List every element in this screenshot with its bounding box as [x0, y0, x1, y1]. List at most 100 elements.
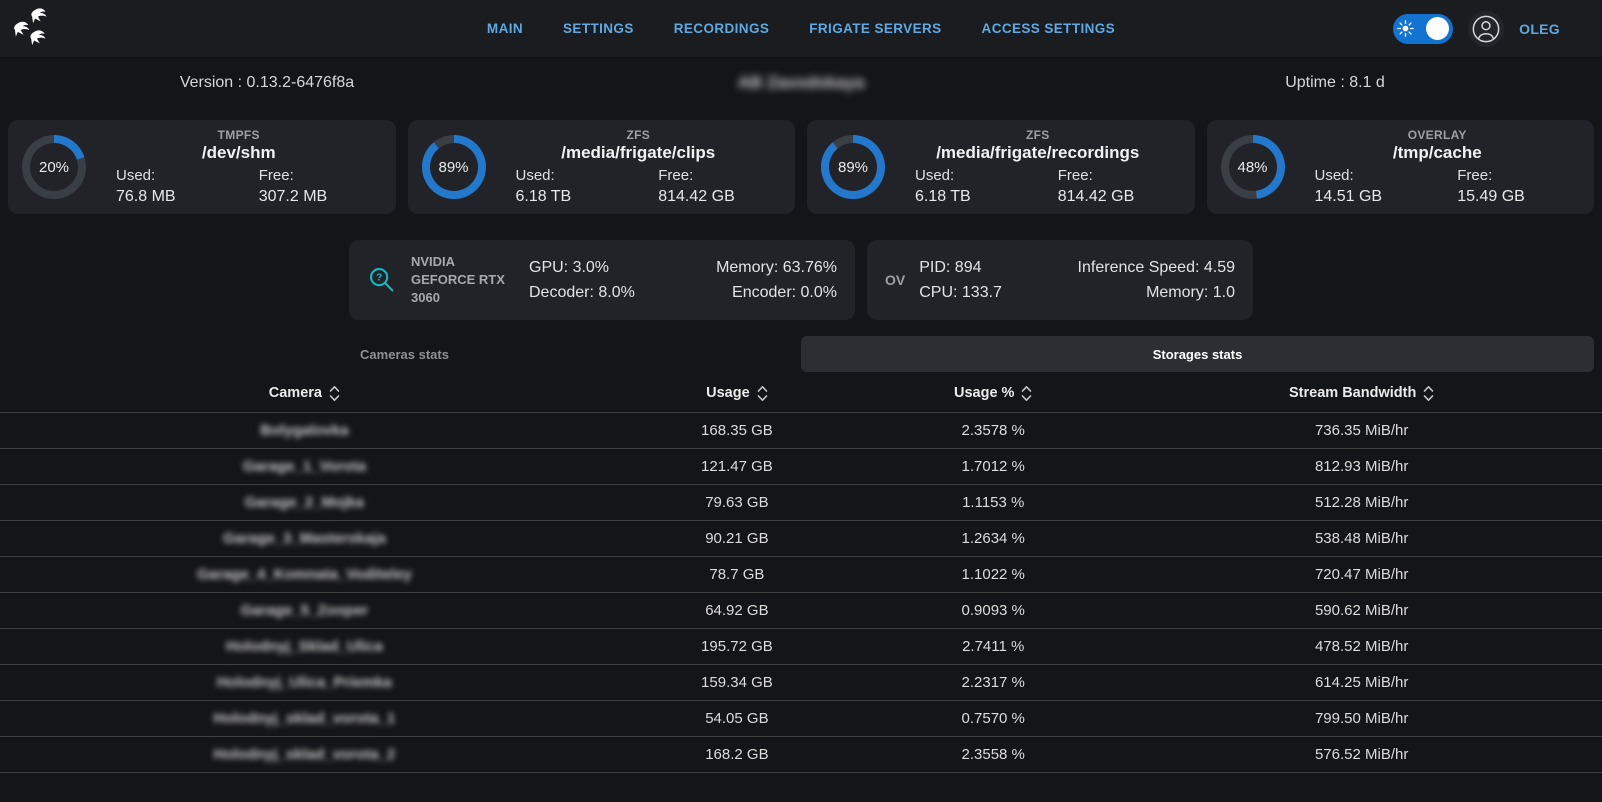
detector-pid: PID: 894 [919, 259, 1002, 277]
bandwidth-cell: 799.50 MiB/hr [1121, 710, 1602, 727]
used-value: 14.51 GB [1314, 188, 1437, 206]
camera-name-cell: Holodnyj_Ulica_Priemka [0, 674, 609, 691]
storage-card-1: 89% ZFS /media/frigate/clips Used: 6.18 … [408, 120, 796, 214]
theme-toggle[interactable] [1393, 14, 1453, 44]
table-row-5: Garage_5_Zooper 64.92 GB 0.9093 % 590.62… [0, 592, 1602, 628]
user-circle-icon [1471, 14, 1501, 44]
tab-storages-stats[interactable]: Storages stats [801, 336, 1594, 372]
user-menu-button[interactable] [1468, 11, 1504, 47]
storage-type: ZFS [895, 128, 1181, 142]
bandwidth-cell: 590.62 MiB/hr [1121, 602, 1602, 619]
donut-percent: 89% [838, 159, 868, 176]
storage-path: /media/frigate/recordings [895, 143, 1181, 163]
camera-name-cell: Garage_5_Zooper [0, 602, 609, 619]
usage-percent-cell: 0.7570 % [865, 710, 1121, 727]
table-row-7: Holodnyj_Ulica_Priemka 159.34 GB 2.2317 … [0, 664, 1602, 700]
magnifier-question-icon[interactable]: ? [367, 265, 397, 295]
storage-card-2: 89% ZFS /media/frigate/recordings Used: … [807, 120, 1195, 214]
used-label: Used: [515, 167, 638, 184]
usage-cell: 195.72 GB [609, 638, 865, 655]
bandwidth-cell: 478.52 MiB/hr [1121, 638, 1602, 655]
version-label: Version : 0.13.2-6476f8a [0, 74, 534, 92]
sort-updown-icon [329, 385, 340, 402]
usage-donut: 89% [821, 135, 885, 199]
free-label: Free: [1058, 167, 1181, 184]
camera-name-cell: Garage_1_Vorota [0, 458, 609, 475]
free-value: 307.2 MB [259, 188, 382, 206]
uptime-label: Uptime : 8.1 d [1068, 74, 1602, 92]
used-label: Used: [1314, 167, 1437, 184]
usage-cell: 78.7 GB [609, 566, 865, 583]
gpu-decoder: Decoder: 8.0% [529, 284, 635, 302]
free-value: 814.42 GB [658, 188, 781, 206]
bandwidth-cell: 736.35 MiB/hr [1121, 422, 1602, 439]
free-value: 15.49 GB [1457, 188, 1580, 206]
bandwidth-cell: 720.47 MiB/hr [1121, 566, 1602, 583]
column-header-usage[interactable]: Usage [609, 385, 865, 402]
bandwidth-cell: 576.52 MiB/hr [1121, 746, 1602, 763]
top-nav: MAIN SETTINGS RECORDINGS FRIGATE SERVERS… [0, 0, 1602, 58]
usage-percent-cell: 0.9093 % [865, 602, 1121, 619]
gpu-stats-card: ? NVIDIA GEFORCE RTX 3060 GPU: 3.0% Deco… [349, 240, 855, 320]
usage-cell: 168.35 GB [609, 422, 865, 439]
used-label: Used: [116, 167, 239, 184]
nav-item-frigate-servers[interactable]: FRIGATE SERVERS [809, 21, 941, 36]
sun-icon [1397, 20, 1414, 37]
usage-cell: 121.47 GB [609, 458, 865, 475]
sort-updown-icon [1423, 385, 1434, 402]
column-header-camera[interactable]: Camera [0, 385, 609, 402]
nav-item-settings[interactable]: SETTINGS [563, 21, 634, 36]
tab-cameras-stats[interactable]: Cameras stats [8, 336, 801, 372]
free-label: Free: [1457, 167, 1580, 184]
donut-percent: 89% [438, 159, 468, 176]
usage-percent-cell: 2.7411 % [865, 638, 1121, 655]
usage-percent-cell: 2.3558 % [865, 746, 1121, 763]
table-body: Bolygalovka 168.35 GB 2.3578 % 736.35 Mi… [0, 412, 1602, 773]
storage-type: OVERLAY [1295, 128, 1581, 142]
username[interactable]: OLEG [1519, 21, 1560, 37]
bandwidth-cell: 512.28 MiB/hr [1121, 494, 1602, 511]
camera-name-cell: Garage_3_Masterskaja [0, 530, 609, 547]
gpu-usage: GPU: 3.0% [529, 259, 635, 277]
column-header-usage-percent[interactable]: Usage % [865, 385, 1121, 402]
usage-percent-cell: 2.2317 % [865, 674, 1121, 691]
storage-path: /tmp/cache [1295, 143, 1581, 163]
bandwidth-cell: 812.93 MiB/hr [1121, 458, 1602, 475]
sort-updown-icon [1021, 385, 1032, 402]
usage-cell: 54.05 GB [609, 710, 865, 727]
used-value: 6.18 TB [915, 188, 1038, 206]
table-row-8: Holodnyj_sklad_vorota_1 54.05 GB 0.7570 … [0, 700, 1602, 736]
stats-tabs: Cameras stats Storages stats [8, 336, 1594, 372]
usage-percent-cell: 1.7012 % [865, 458, 1121, 475]
nav-item-access-settings[interactable]: ACCESS SETTINGS [982, 21, 1116, 36]
usage-cell: 90.21 GB [609, 530, 865, 547]
storage-cards: 20% TMPFS /dev/shm Used: 76.8 MB Free: 3… [8, 120, 1594, 214]
gpu-memory: Memory: 63.76% [716, 259, 837, 277]
usage-percent-cell: 1.1153 % [865, 494, 1121, 511]
table-row-1: Garage_1_Vorota 121.47 GB 1.7012 % 812.9… [0, 448, 1602, 484]
usage-cell: 168.2 GB [609, 746, 865, 763]
storage-card-0: 20% TMPFS /dev/shm Used: 76.8 MB Free: 3… [8, 120, 396, 214]
used-value: 6.18 TB [515, 188, 638, 206]
donut-percent: 20% [39, 159, 69, 176]
nav-item-recordings[interactable]: RECORDINGS [674, 21, 770, 36]
storage-path: /media/frigate/clips [496, 143, 782, 163]
detector-inference-speed: Inference Speed: 4.59 [1078, 259, 1235, 277]
camera-name-cell: Holodnyj_sklad_vorota_1 [0, 710, 609, 727]
usage-donut: 48% [1221, 135, 1285, 199]
detector-memory: Memory: 1.0 [1078, 284, 1235, 302]
column-header-stream-bandwidth[interactable]: Stream Bandwidth [1121, 385, 1602, 402]
table-row-6: Holodnyj_Sklad_Ulica 195.72 GB 2.7411 % … [0, 628, 1602, 664]
camera-name-cell: Holodnyj_Sklad_Ulica [0, 638, 609, 655]
frigate-logo[interactable] [12, 7, 58, 51]
usage-donut: 20% [22, 135, 86, 199]
camera-name-cell: Holodnyj_sklad_vorota_2 [0, 746, 609, 763]
storage-type: ZFS [496, 128, 782, 142]
server-name: AB Zavodskaya [738, 73, 865, 92]
bandwidth-cell: 614.25 MiB/hr [1121, 674, 1602, 691]
nav-item-main[interactable]: MAIN [487, 21, 523, 36]
toggle-knob [1426, 17, 1449, 40]
process-stats-row: ? NVIDIA GEFORCE RTX 3060 GPU: 3.0% Deco… [0, 240, 1602, 320]
storage-card-3: 48% OVERLAY /tmp/cache Used: 14.51 GB Fr… [1207, 120, 1595, 214]
storages-stats-table: Camera Usage Usage % Stream Bandwidth Bo… [0, 374, 1602, 773]
